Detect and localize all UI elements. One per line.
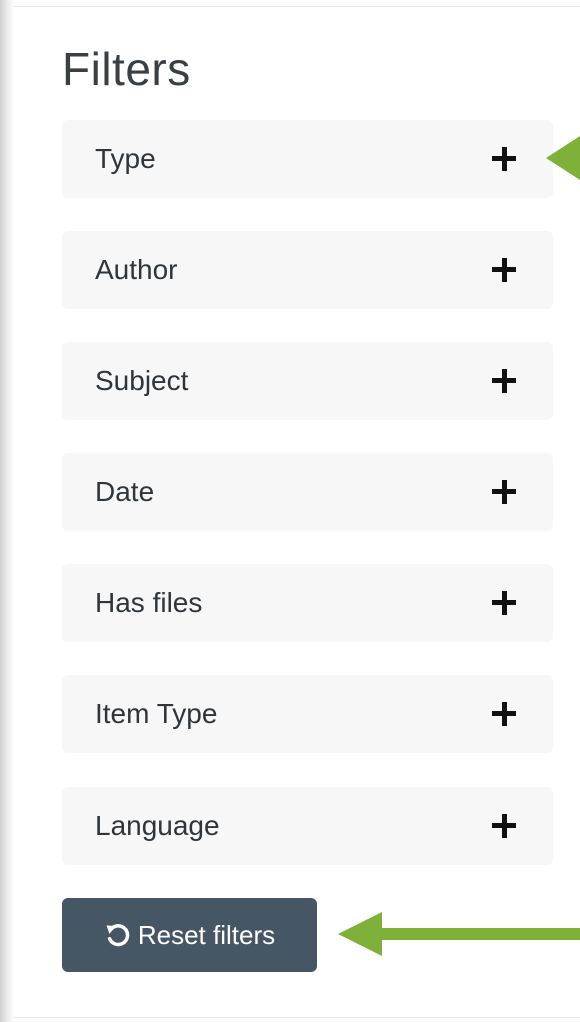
- filter-label: Item Type: [95, 698, 218, 729]
- filter-item-type[interactable]: Item Type: [62, 675, 553, 753]
- annotation-arrow-right: [546, 136, 580, 180]
- reset-filters-label: Reset filters: [137, 919, 276, 950]
- plus-icon[interactable]: [492, 369, 516, 393]
- plus-icon[interactable]: [492, 591, 516, 615]
- plus-icon[interactable]: [492, 814, 516, 838]
- plus-icon[interactable]: [492, 480, 516, 504]
- undo-icon: [106, 924, 130, 947]
- filter-label: Date: [95, 476, 155, 507]
- filter-type[interactable]: Type: [62, 120, 553, 198]
- annotation-arrow-bottom: [338, 912, 580, 956]
- plus-icon[interactable]: [492, 147, 516, 171]
- filter-has-files[interactable]: Has files: [62, 564, 553, 642]
- filter-label: Type: [95, 143, 156, 174]
- filter-label: Author: [95, 254, 178, 285]
- filters-title: Filters: [62, 43, 191, 95]
- filter-date[interactable]: Date: [62, 453, 553, 531]
- reset-filters-button[interactable]: Reset filters: [62, 898, 317, 972]
- filter-language[interactable]: Language: [62, 787, 553, 865]
- filter-author[interactable]: Author: [62, 231, 553, 309]
- plus-icon[interactable]: [492, 702, 516, 726]
- plus-icon[interactable]: [492, 258, 516, 282]
- filter-label: Has files: [95, 587, 203, 618]
- filter-label: Language: [95, 810, 220, 841]
- filter-subject[interactable]: Subject: [62, 342, 553, 420]
- filter-label: Subject: [95, 365, 189, 396]
